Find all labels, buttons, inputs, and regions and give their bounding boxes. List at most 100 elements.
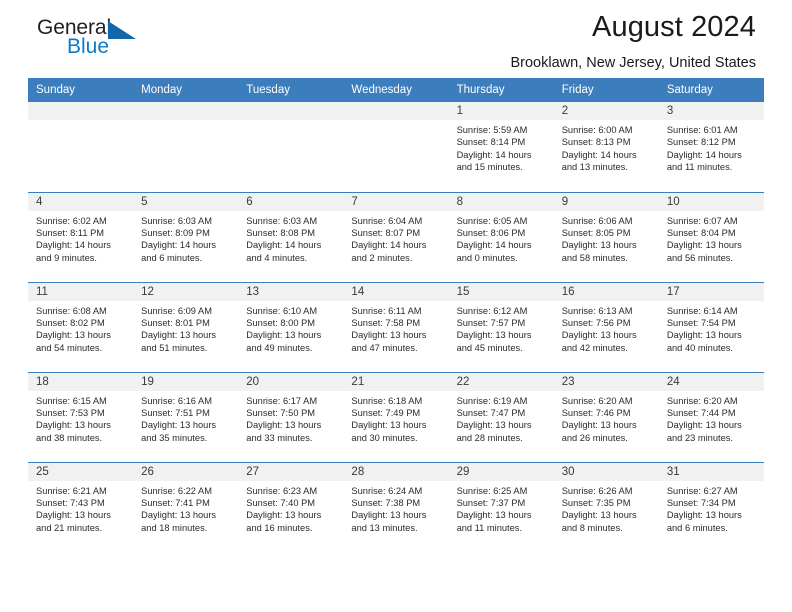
calendar-day-cell[interactable]: 17 Sunrise: 6:14 AM Sunset: 7:54 PM Dayligh… — [658, 281, 764, 372]
day-sun-info: Sunrise: 6:12 AM Sunset: 7:57 PM Daylight:… — [449, 301, 554, 355]
day-sun-info: Sunrise: 6:00 AM Sunset: 8:13 PM Daylight:… — [554, 120, 659, 174]
weekday-header-tuesday: Tuesday — [238, 78, 344, 102]
sunset-text: Sunset: 7:35 PM — [561, 497, 631, 508]
daylight-text-line1: Daylight: 13 hours — [246, 420, 322, 431]
calendar-day-cell[interactable]: 8 Sunrise: 6:05 AM Sunset: 8:06 PM Daylight… — [448, 191, 554, 282]
calendar-day-cell[interactable]: 1 Sunrise: 5:59 AM Sunset: 8:14 PM Daylight… — [448, 102, 554, 192]
sunrise-text: Sunrise: 6:23 AM — [246, 485, 318, 496]
calendar-day-cell[interactable]: 29 Sunrise: 6:25 AM Sunset: 7:37 PM Dayligh… — [448, 461, 554, 552]
weekday-header-monday: Monday — [133, 78, 239, 102]
calendar-day-cell[interactable]: 23 Sunrise: 6:20 AM Sunset: 7:46 PM Dayligh… — [553, 371, 659, 462]
title-block: August 2024 Brooklawn, New Jersey, Unite… — [510, 10, 764, 72]
daylight-text-line1: Daylight: 14 hours — [666, 149, 742, 160]
weekday-header-thursday: Thursday — [448, 78, 554, 102]
calendar-day-cell[interactable]: 4 Sunrise: 6:02 AM Sunset: 8:11 PM Daylight… — [28, 191, 134, 282]
calendar-day-cell[interactable]: 24 Sunrise: 6:20 AM Sunset: 7:44 PM Dayligh… — [658, 371, 764, 462]
sunset-text: Sunset: 7:41 PM — [141, 497, 210, 508]
calendar-day-cell[interactable]: 9 Sunrise: 6:06 AM Sunset: 8:05 PM Daylight… — [553, 191, 659, 282]
day-number: 6 — [238, 192, 344, 211]
daylight-text-line1: Daylight: 13 hours — [246, 330, 322, 341]
sunrise-sunset-calendar: Sunday Monday Tuesday Wednesday Thursday Frid… — [28, 78, 764, 552]
daylight-text-line2: and 28 minutes. — [456, 432, 523, 443]
day-number: 11 — [28, 282, 134, 301]
sunrise-text: Sunrise: 6:03 AM — [246, 215, 318, 226]
calendar-day-cell[interactable]: 18 Sunrise: 6:15 AM Sunset: 7:53 PM Dayligh… — [28, 371, 134, 462]
day-sun-info: Sunrise: 6:03 AM Sunset: 8:08 PM Daylight:… — [238, 211, 343, 265]
daylight-text-line2: and 26 minutes. — [561, 432, 628, 443]
calendar-day-cell[interactable]: 19 Sunrise: 6:16 AM Sunset: 7:51 PM Dayligh… — [133, 371, 239, 462]
calendar-day-cell[interactable]: 13 Sunrise: 6:10 AM Sunset: 8:00 PM Dayligh… — [238, 281, 344, 372]
sunset-text: Sunset: 8:09 PM — [141, 227, 210, 238]
sunset-text: Sunset: 8:06 PM — [456, 227, 526, 238]
daylight-text-line2: and 2 minutes. — [351, 252, 413, 263]
day-sun-info: Sunrise: 6:18 AM Sunset: 7:49 PM Daylight:… — [343, 391, 448, 445]
calendar-day-cell[interactable]: 11 Sunrise: 6:08 AM Sunset: 8:02 PM Dayligh… — [28, 281, 134, 372]
daylight-text-line2: and 13 minutes. — [351, 522, 418, 533]
calendar-day-cell[interactable]: 5 Sunrise: 6:03 AM Sunset: 8:09 PM Daylight… — [133, 191, 239, 282]
general-blue-logo[interactable]: General Blue — [37, 17, 197, 63]
daylight-text-line1: Daylight: 13 hours — [351, 420, 427, 431]
day-number: 28 — [343, 462, 449, 481]
day-sun-info: Sunrise: 6:15 AM Sunset: 7:53 PM Daylight:… — [28, 391, 133, 445]
daylight-text-line2: and 4 minutes. — [246, 252, 308, 263]
daylight-text-line2: and 16 minutes. — [246, 522, 313, 533]
day-sun-info: Sunrise: 6:07 AM Sunset: 8:04 PM Daylight:… — [659, 211, 764, 265]
sunset-text: Sunset: 8:07 PM — [351, 227, 421, 238]
day-number: 14 — [343, 282, 449, 301]
day-sun-info: Sunrise: 5:59 AM Sunset: 8:14 PM Daylight:… — [449, 120, 554, 174]
daylight-text-line1: Daylight: 14 hours — [351, 240, 427, 251]
sunset-text: Sunset: 8:08 PM — [246, 227, 316, 238]
daylight-text-line2: and 56 minutes. — [666, 252, 733, 263]
logo-triangle-icon — [108, 21, 136, 39]
calendar-day-cell[interactable]: 30 Sunrise: 6:26 AM Sunset: 7:35 PM Dayligh… — [553, 461, 659, 552]
day-number: 16 — [553, 282, 659, 301]
day-number: 21 — [343, 372, 449, 391]
calendar-day-cell[interactable]: 22 Sunrise: 6:19 AM Sunset: 7:47 PM Dayligh… — [448, 371, 554, 462]
calendar-day-cell[interactable]: 12 Sunrise: 6:09 AM Sunset: 8:01 PM Dayligh… — [133, 281, 239, 372]
sunrise-text: Sunrise: 6:18 AM — [351, 395, 423, 406]
daylight-text-line1: Daylight: 13 hours — [36, 330, 111, 341]
sunset-text: Sunset: 7:54 PM — [666, 317, 736, 328]
day-number — [28, 102, 134, 120]
sunrise-text: Sunrise: 6:13 AM — [561, 305, 633, 316]
calendar-day-cell[interactable]: 3 Sunrise: 6:01 AM Sunset: 8:12 PM Daylight… — [658, 102, 764, 192]
day-number: 25 — [28, 462, 134, 481]
daylight-text-line1: Daylight: 14 hours — [141, 240, 217, 251]
daylight-text-line1: Daylight: 13 hours — [141, 330, 217, 341]
sunset-text: Sunset: 8:14 PM — [456, 137, 526, 148]
logo-text-blue: Blue — [67, 35, 110, 58]
daylight-text-line1: Daylight: 13 hours — [351, 330, 427, 341]
calendar-day-cell[interactable]: 27 Sunrise: 6:23 AM Sunset: 7:40 PM Dayligh… — [238, 461, 344, 552]
calendar-day-cell[interactable]: 2 Sunrise: 6:00 AM Sunset: 8:13 PM Daylight… — [553, 102, 659, 192]
day-sun-info: Sunrise: 6:05 AM Sunset: 8:06 PM Daylight:… — [449, 211, 554, 265]
calendar-day-cell[interactable]: 7 Sunrise: 6:04 AM Sunset: 8:07 PM Daylight… — [343, 191, 449, 282]
calendar-day-cell[interactable]: 14 Sunrise: 6:11 AM Sunset: 7:58 PM Dayligh… — [343, 281, 449, 372]
day-number: 10 — [658, 192, 764, 211]
calendar-day-cell[interactable]: 15 Sunrise: 6:12 AM Sunset: 7:57 PM Dayligh… — [448, 281, 554, 372]
day-sun-info: Sunrise: 6:20 AM Sunset: 7:44 PM Daylight:… — [659, 391, 764, 445]
daylight-text-line2: and 42 minutes. — [561, 342, 628, 353]
calendar-day-cell[interactable]: 21 Sunrise: 6:18 AM Sunset: 7:49 PM Dayligh… — [343, 371, 449, 462]
calendar-day-cell[interactable]: 28 Sunrise: 6:24 AM Sunset: 7:38 PM Dayligh… — [343, 461, 449, 552]
calendar-day-cell[interactable]: 16 Sunrise: 6:13 AM Sunset: 7:56 PM Dayligh… — [553, 281, 659, 372]
daylight-text-line2: and 49 minutes. — [246, 342, 313, 353]
day-sun-info: Sunrise: 6:01 AM Sunset: 8:12 PM Daylight:… — [659, 120, 764, 174]
daylight-text-line1: Daylight: 14 hours — [456, 149, 532, 160]
day-sun-info: Sunrise: 6:02 AM Sunset: 8:11 PM Daylight:… — [28, 211, 133, 265]
day-sun-info: Sunrise: 6:24 AM Sunset: 7:38 PM Daylight:… — [343, 481, 448, 535]
sunrise-text: Sunrise: 6:08 AM — [36, 305, 107, 316]
calendar-day-cell[interactable]: 10 Sunrise: 6:07 AM Sunset: 8:04 PM Dayligh… — [658, 191, 764, 282]
day-number: 9 — [553, 192, 659, 211]
calendar-day-cell[interactable]: 31 Sunrise: 6:27 AM Sunset: 7:34 PM Dayligh… — [658, 461, 764, 552]
calendar-day-cell[interactable]: 25 Sunrise: 6:21 AM Sunset: 7:43 PM Dayligh… — [28, 461, 134, 552]
sunrise-text: Sunrise: 6:03 AM — [141, 215, 212, 226]
calendar-day-cell[interactable]: 20 Sunrise: 6:17 AM Sunset: 7:50 PM Dayligh… — [238, 371, 344, 462]
day-number — [133, 102, 239, 120]
sunrise-text: Sunrise: 6:20 AM — [561, 395, 633, 406]
daylight-text-line1: Daylight: 13 hours — [141, 510, 217, 521]
sunset-text: Sunset: 7:44 PM — [666, 407, 736, 418]
day-number: 17 — [658, 282, 764, 301]
calendar-day-cell[interactable]: 26 Sunrise: 6:22 AM Sunset: 7:41 PM Dayligh… — [133, 461, 239, 552]
day-number: 24 — [658, 372, 764, 391]
calendar-day-cell[interactable]: 6 Sunrise: 6:03 AM Sunset: 8:08 PM Daylight… — [238, 191, 344, 282]
